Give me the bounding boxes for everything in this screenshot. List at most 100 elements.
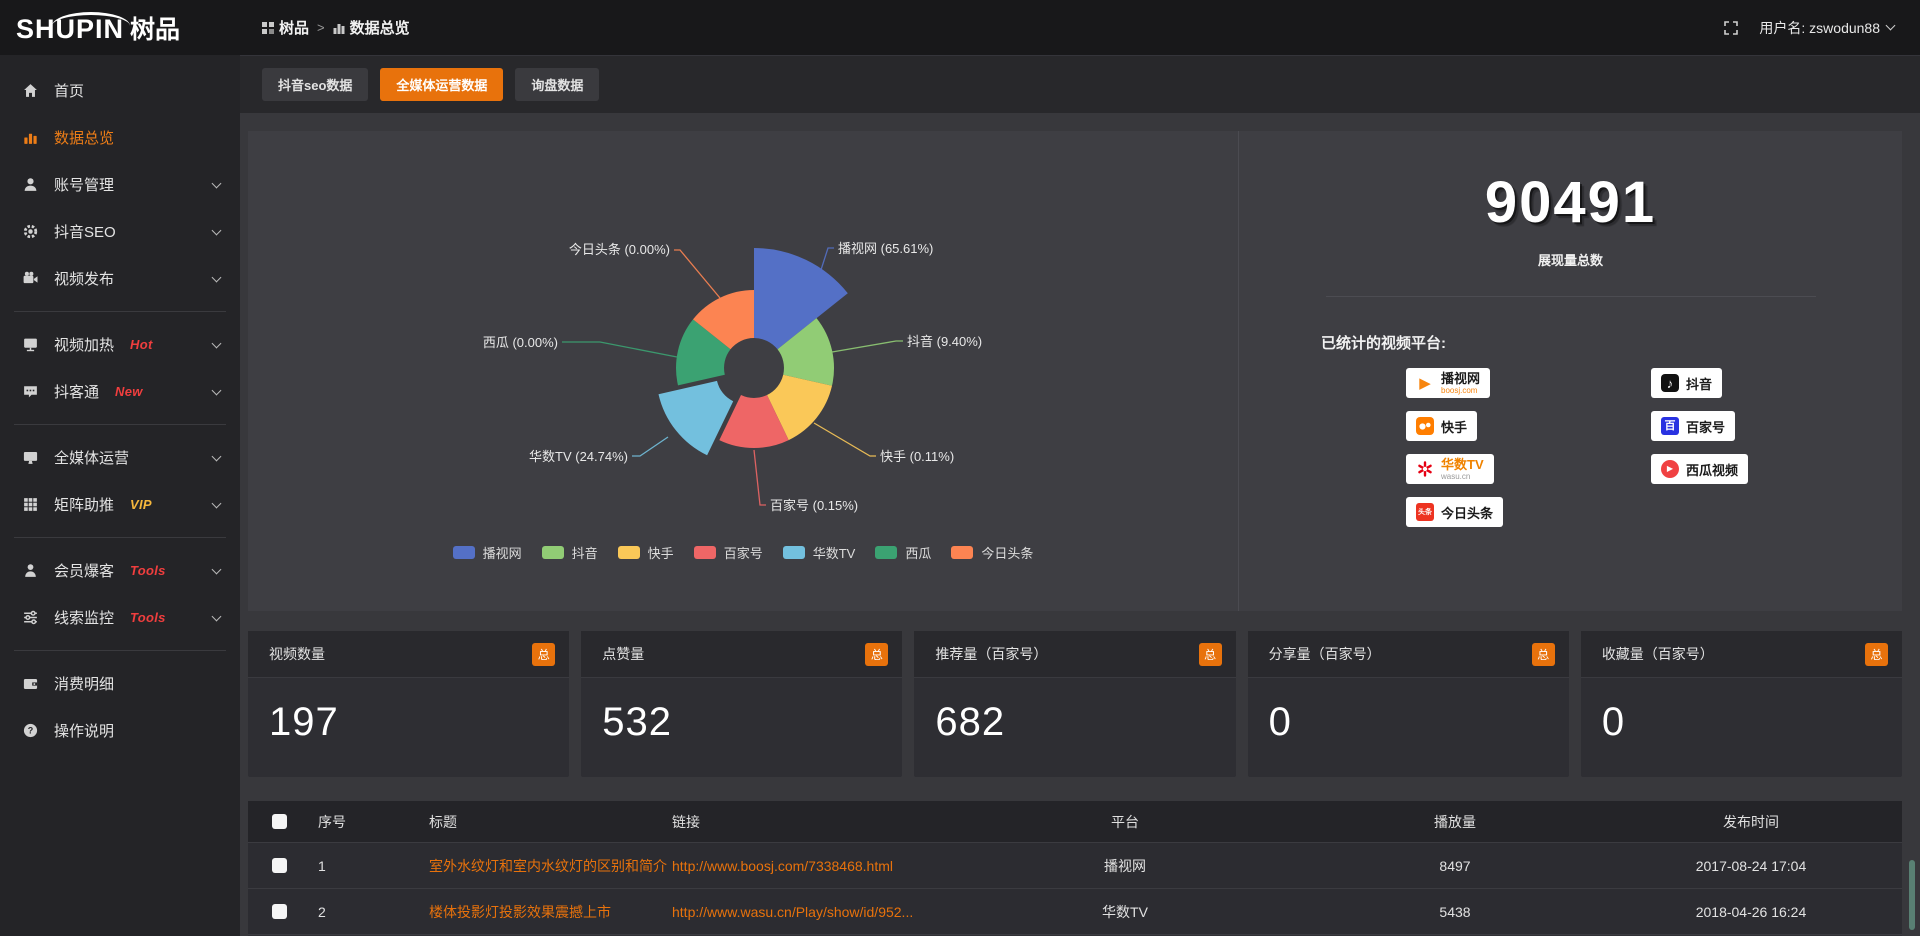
top-bar: SHUPIN 树品 树品 > 数据总览 用户名: zswodun88 [0, 0, 1920, 55]
platform-badge-baijiahao: 百 百家号 [1651, 411, 1735, 441]
row-checkbox[interactable] [272, 904, 287, 919]
sidebar-item-matrix-boost[interactable]: 矩阵助推 VIP [0, 481, 240, 528]
table-header-row: 序号 标题 链接 平台 播放量 发布时间 [248, 801, 1902, 843]
tab-inquiry-data[interactable]: 询盘数据 [515, 68, 599, 101]
platform-name: 华数TV [1441, 458, 1484, 471]
stats-divider [1326, 296, 1816, 297]
sidebar-item-member-burst[interactable]: 会员爆客 Tools [0, 547, 240, 594]
gear-icon [22, 223, 39, 240]
label-line [562, 342, 677, 357]
sidebar-item-help[interactable]: ? 操作说明 [0, 707, 240, 754]
sidebar-item-label: 账号管理 [54, 174, 114, 195]
col-header-plays: 播放量 [1310, 812, 1600, 832]
platform-name: 今日头条 [1441, 503, 1493, 522]
stat-cards-row: 视频数量总 197 点赞量总 532 推荐量（百家号）总 682 分享量（百家号… [248, 631, 1902, 777]
col-header-time: 发布时间 [1600, 812, 1902, 832]
sidebar-item-label: 操作说明 [54, 720, 114, 741]
legend-label: 华数TV [813, 543, 856, 562]
cell-title-link[interactable]: 室外水纹灯和室内水纹灯的区别和简介 [425, 856, 668, 876]
legend-item[interactable]: 西瓜 [875, 543, 931, 562]
table-row: 2 楼体投影灯投影效果震撼上市 http://www.wasu.cn/Play/… [248, 889, 1902, 935]
legend-item[interactable]: 百家号 [694, 543, 763, 562]
total-badge: 总 [1199, 643, 1222, 666]
legend-item[interactable]: 快手 [618, 543, 674, 562]
total-badge: 总 [865, 643, 888, 666]
legend-label: 西瓜 [905, 543, 931, 562]
legend-item[interactable]: 华数TV [783, 543, 856, 562]
tools-badge: Tools [130, 610, 166, 625]
card-label: 分享量（百家号） [1269, 644, 1381, 664]
select-all-checkbox[interactable] [272, 814, 287, 829]
card-value: 0 [1248, 678, 1569, 745]
sidebar-item-video-heat[interactable]: 视频加热 Hot [0, 321, 240, 368]
legend-label: 播视网 [483, 543, 522, 562]
legend-label: 抖音 [572, 543, 598, 562]
legend-item[interactable]: 抖音 [542, 543, 598, 562]
cell-no: 1 [310, 858, 425, 874]
legend-item[interactable]: 播视网 [453, 543, 522, 562]
sidebar-item-spend-detail[interactable]: 消费明细 [0, 660, 240, 707]
sidebar-item-video-publish[interactable]: 视频发布 [0, 255, 240, 302]
screen-icon [22, 336, 39, 353]
chevron-down-icon [212, 498, 222, 508]
tab-media-ops-data[interactable]: 全媒体运营数据 [380, 68, 503, 101]
sidebar-divider [14, 537, 226, 538]
breadcrumb-home[interactable]: 树品 [262, 17, 309, 38]
sliders-icon [22, 609, 39, 626]
breadcrumb-current[interactable]: 数据总览 [333, 17, 410, 38]
cell-platform: 华数TV [940, 902, 1310, 922]
user-dropdown[interactable]: 用户名: zswodun88 [1759, 18, 1894, 38]
row-checkbox[interactable] [272, 858, 287, 873]
bar-chart-icon [333, 22, 345, 34]
monitor-icon [22, 449, 39, 466]
label-line [814, 423, 876, 456]
sidebar-item-account-mgmt[interactable]: 账号管理 [0, 161, 240, 208]
tab-douyin-seo-data[interactable]: 抖音seo数据 [262, 68, 368, 101]
breadcrumb-separator: > [317, 20, 325, 35]
sidebar-item-home[interactable]: 首页 [0, 67, 240, 114]
pie-slice-wasutv [659, 381, 734, 455]
sidebar-item-clue-monitor[interactable]: 线索监控 Tools [0, 594, 240, 641]
platform-badge-xigua: ▶ 西瓜视频 [1651, 454, 1748, 484]
stat-card-shares: 分享量（百家号）总 0 [1248, 631, 1569, 777]
cell-url-link[interactable]: http://www.wasu.cn/Play/show/id/952... [668, 904, 940, 920]
legend-item[interactable]: 今日头条 [951, 543, 1033, 562]
fullscreen-icon[interactable] [1723, 20, 1739, 36]
breadcrumb: 树品 > 数据总览 [262, 17, 410, 38]
scrollbar-thumb[interactable] [1909, 860, 1915, 930]
legend-swatch [875, 546, 897, 559]
pie-chart-canvas: 播视网 (65.61%) 抖音 (9.40%) 快手 (0.11%) 百家号 (… [248, 131, 1238, 541]
boosj-play-icon: ▶ [1416, 374, 1434, 392]
pie-label: 快手 (0.11%) [880, 449, 954, 464]
platform-name: 抖音 [1686, 374, 1712, 393]
pie-label: 华数TV (24.74%) [529, 449, 628, 464]
chart-panel: 播视网 (65.61%) 抖音 (9.40%) 快手 (0.11%) 百家号 (… [248, 131, 1902, 611]
cell-plays: 5438 [1310, 904, 1600, 920]
sidebar-item-label: 抖音SEO [54, 221, 116, 242]
platform-subtext: boosj.com [1441, 387, 1480, 395]
tools-badge: Tools [130, 563, 166, 578]
cell-plays: 8497 [1310, 858, 1600, 874]
sidebar-divider [14, 650, 226, 651]
chevron-down-icon [212, 385, 222, 395]
legend-swatch [951, 546, 973, 559]
platform-name: 快手 [1441, 417, 1467, 436]
impressions-total: 90491 [1239, 169, 1902, 236]
sidebar-item-doketong[interactable]: 抖客通 New [0, 368, 240, 415]
sidebar-item-media-ops[interactable]: 全媒体运营 [0, 434, 240, 481]
legend-swatch [618, 546, 640, 559]
sidebar-item-data-overview[interactable]: 数据总览 [0, 114, 240, 161]
pie-label-lines [562, 248, 903, 505]
legend-swatch [694, 546, 716, 559]
card-value: 197 [248, 678, 569, 745]
cell-url-link[interactable]: http://www.boosj.com/7338468.html [668, 858, 940, 874]
pie-label: 抖音 (9.40%) [907, 334, 982, 349]
sidebar-item-label: 会员爆客 [54, 560, 114, 581]
chevron-down-icon [212, 178, 222, 188]
platform-badge-wasutv: 华数TVwasu.cn [1406, 454, 1494, 484]
wallet-icon [22, 675, 39, 692]
sidebar-item-douyin-seo[interactable]: 抖音SEO [0, 208, 240, 255]
legend-swatch [453, 546, 475, 559]
cell-title-link[interactable]: 楼体投影灯投影效果震撼上市 [425, 902, 668, 922]
pie-label: 今日头条 (0.00%) [569, 242, 670, 257]
